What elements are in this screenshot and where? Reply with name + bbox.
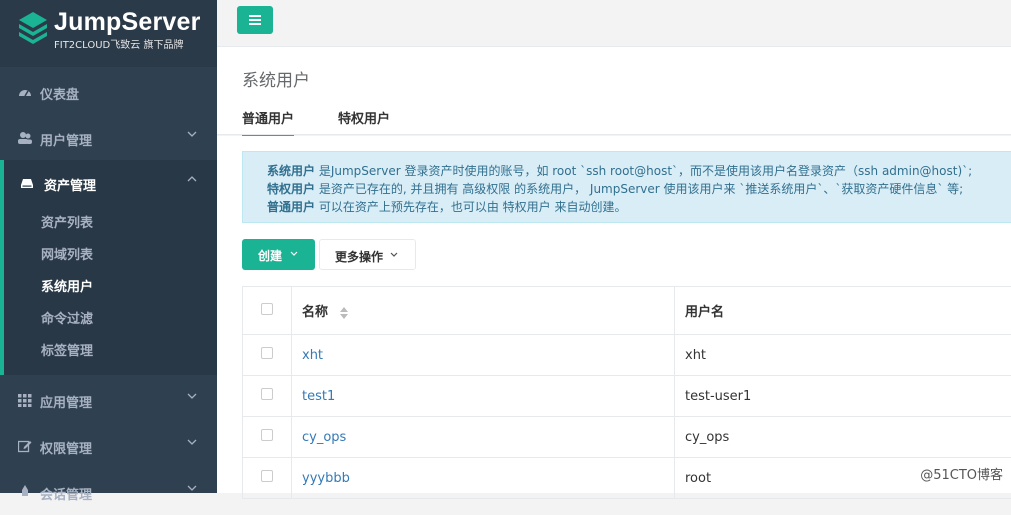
sort-icon bbox=[339, 307, 349, 319]
sidebar-item-label: 会话管理 bbox=[40, 484, 92, 503]
chevron-down-icon bbox=[187, 437, 197, 447]
sidebar-toggle-button[interactable] bbox=[237, 6, 273, 34]
row-select-cell bbox=[243, 335, 292, 376]
row-checkbox[interactable] bbox=[261, 388, 273, 400]
alert-line-3: 普通用户 可以在资产上预先存在，也可以由 特权用户 来自动创建。 bbox=[267, 198, 997, 216]
sidebar-item-label: 用户管理 bbox=[40, 130, 92, 149]
row-checkbox[interactable] bbox=[261, 347, 273, 359]
sidebar-item-applications[interactable]: 应用管理 bbox=[0, 377, 217, 423]
create-button[interactable]: 创建 bbox=[242, 239, 315, 270]
alert-line-1: 系统用户 是JumpServer 登录资产时使用的账号，如 root `ssh … bbox=[267, 162, 997, 180]
column-header-name[interactable]: 名称 bbox=[292, 287, 675, 335]
username-cell: cy_ops bbox=[675, 417, 1011, 458]
name-cell: xht bbox=[292, 335, 675, 376]
sidebar-item-assets[interactable]: 资产管理 bbox=[0, 160, 217, 206]
sidebar-item-sessions[interactable]: 会话管理 bbox=[0, 469, 217, 515]
row-checkbox[interactable] bbox=[261, 470, 273, 482]
sidebar-item-label: 权限管理 bbox=[40, 438, 92, 457]
brand-subtitle: FIT2CLOUD飞致云 旗下品牌 bbox=[54, 36, 183, 51]
sidebar-item-label: 资产管理 bbox=[44, 175, 96, 194]
submenu-item-asset-list[interactable]: 资产列表 bbox=[41, 212, 93, 231]
alert-text: 是JumpServer 登录资产时使用的账号，如 root `ssh root@… bbox=[315, 164, 972, 178]
alert-text: 可以在资产上预先存在，也可以由 特权用户 来自动创建。 bbox=[315, 200, 626, 214]
sidebar-item-label: 仪表盘 bbox=[40, 84, 79, 103]
alert-line-2: 特权用户 是资产已存在的, 并且拥有 高级权限 的系统用户， JumpServe… bbox=[267, 180, 997, 198]
sidebar-item-dashboard[interactable]: 仪表盘 bbox=[0, 69, 217, 115]
alert-term: 系统用户 bbox=[267, 164, 315, 178]
column-header-label: 用户名 bbox=[685, 305, 724, 320]
column-header-username: 用户名 bbox=[675, 287, 1011, 335]
brand-title: JumpServer bbox=[54, 8, 201, 37]
assets-submenu: 资产列表 网域列表 系统用户 命令过滤 标签管理 bbox=[0, 205, 217, 375]
row-checkbox[interactable] bbox=[261, 429, 273, 441]
name-cell: cy_ops bbox=[292, 417, 675, 458]
alert-text: 是资产已存在的, 并且拥有 高级权限 的系统用户， JumpServer 使用该… bbox=[315, 182, 963, 196]
sidebar-item-permissions[interactable]: 权限管理 bbox=[0, 423, 217, 469]
table-row: yyybbb root bbox=[243, 458, 1011, 499]
main-content: 系统用户 是JumpServer 登录资产时使用的账号，如 root `ssh … bbox=[217, 136, 1011, 493]
column-header-label: 名称 bbox=[302, 305, 328, 320]
hamburger-icon bbox=[249, 15, 261, 25]
select-all-cell bbox=[243, 287, 292, 335]
submenu-item-system-user[interactable]: 系统用户 bbox=[41, 276, 93, 295]
row-select-cell bbox=[243, 458, 292, 499]
table-header-row: 名称 用户名 bbox=[243, 287, 1011, 335]
table-row: test1 test-user1 bbox=[243, 376, 1011, 417]
chevron-down-icon bbox=[290, 251, 298, 257]
name-link[interactable]: xht bbox=[302, 348, 323, 363]
name-link[interactable]: test1 bbox=[302, 389, 335, 404]
chevron-down-icon bbox=[187, 391, 197, 401]
top-navbar bbox=[217, 0, 1011, 47]
chevron-down-icon bbox=[390, 252, 398, 258]
system-user-table: 名称 用户名 xht xht test1 test-user1 cy_ops c… bbox=[242, 286, 1011, 499]
name-link[interactable]: cy_ops bbox=[302, 430, 346, 445]
chevron-up-icon bbox=[187, 174, 197, 184]
submenu-item-label-management[interactable]: 标签管理 bbox=[41, 340, 93, 359]
hdd-icon bbox=[20, 176, 34, 190]
name-cell: test1 bbox=[292, 376, 675, 417]
sidebar-item-users[interactable]: 用户管理 bbox=[0, 115, 217, 161]
select-all-checkbox[interactable] bbox=[261, 303, 273, 315]
logo[interactable]: JumpServer FIT2CLOUD飞致云 旗下品牌 bbox=[0, 0, 217, 67]
row-select-cell bbox=[243, 417, 292, 458]
jumpserver-logo-icon bbox=[18, 11, 48, 45]
chevron-down-icon bbox=[187, 483, 197, 493]
name-link[interactable]: yyybbb bbox=[302, 471, 350, 486]
rocket-icon bbox=[18, 485, 32, 499]
alert-term: 特权用户 bbox=[267, 182, 315, 196]
page-heading: 系统用户 普通用户 特权用户 bbox=[217, 47, 1011, 135]
chevron-down-icon bbox=[187, 129, 197, 139]
sidebar: JumpServer FIT2CLOUD飞致云 旗下品牌 仪表盘 用户管理 资产… bbox=[0, 0, 217, 493]
watermark: @51CTO博客 bbox=[920, 464, 1003, 483]
table-row: cy_ops cy_ops bbox=[243, 417, 1011, 458]
username-cell: xht bbox=[675, 335, 1011, 376]
sidebar-item-label: 应用管理 bbox=[40, 392, 92, 411]
create-button-label: 创建 bbox=[258, 247, 282, 264]
tab-privileged-users[interactable]: 特权用户 bbox=[338, 108, 390, 127]
more-actions-button[interactable]: 更多操作 bbox=[319, 239, 416, 270]
row-select-cell bbox=[243, 376, 292, 417]
tab-normal-users[interactable]: 普通用户 bbox=[242, 108, 294, 137]
submenu-item-command-filter[interactable]: 命令过滤 bbox=[41, 308, 93, 327]
alert-term: 普通用户 bbox=[267, 200, 315, 214]
dashboard-icon bbox=[18, 85, 32, 99]
edit-icon bbox=[18, 439, 32, 453]
username-cell: test-user1 bbox=[675, 376, 1011, 417]
info-alert: 系统用户 是JumpServer 登录资产时使用的账号，如 root `ssh … bbox=[242, 151, 1011, 223]
more-actions-label: 更多操作 bbox=[335, 248, 383, 265]
submenu-item-domain-list[interactable]: 网域列表 bbox=[41, 244, 93, 263]
name-cell: yyybbb bbox=[292, 458, 675, 499]
table-row: xht xht bbox=[243, 335, 1011, 376]
users-icon bbox=[18, 131, 32, 145]
page-title: 系统用户 bbox=[242, 66, 310, 91]
grid-icon bbox=[18, 393, 32, 407]
